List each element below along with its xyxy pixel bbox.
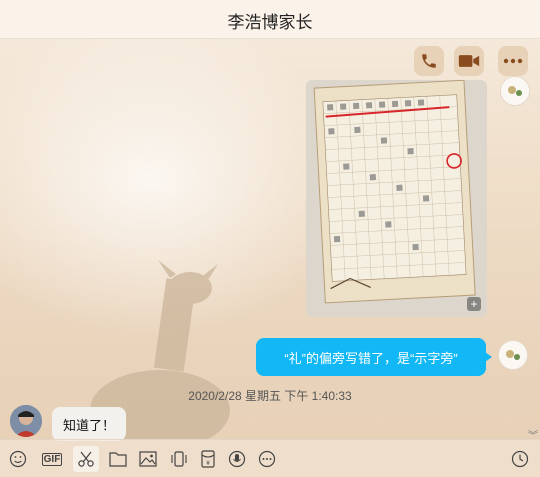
voice-button[interactable]	[224, 446, 250, 472]
phone-icon	[422, 54, 436, 68]
voice-icon	[228, 450, 246, 468]
avatar-image	[499, 341, 527, 369]
more-tools-button[interactable]	[254, 446, 280, 472]
file-button[interactable]	[105, 446, 131, 472]
scissors-icon	[78, 451, 94, 467]
history-clock-icon	[511, 450, 529, 468]
message-history-button[interactable]	[507, 446, 533, 472]
screenshot-button[interactable]	[73, 446, 99, 472]
svg-text:¥: ¥	[206, 460, 210, 467]
phone-call-button[interactable]	[414, 46, 444, 76]
window-title: 李浩博家长	[227, 13, 313, 32]
image-button[interactable]	[135, 446, 161, 472]
calligraphy-worksheet-photo	[306, 80, 487, 317]
chat-window: 李浩博家长 + “礼”的偏旁写错了，是“示字旁” 2020/2/28 星期五 下…	[0, 0, 540, 477]
video-call-button[interactable]	[454, 46, 484, 76]
folder-icon	[109, 452, 127, 467]
title-bar: 李浩博家长	[0, 0, 540, 39]
my-avatar[interactable]	[498, 340, 528, 370]
more-button[interactable]	[498, 46, 528, 76]
image-message[interactable]: +	[306, 80, 487, 317]
peer-avatar[interactable]	[10, 405, 42, 437]
peer-text-message[interactable]: 知道了！	[52, 407, 126, 441]
message-text: “礼”的偏旁写错了，是“示字旁”	[284, 350, 458, 366]
emoji-icon	[9, 450, 27, 468]
avatar-image	[501, 77, 529, 105]
red-packet-icon: ¥	[201, 450, 215, 468]
my-text-message[interactable]: “礼”的偏旁写错了，是“示字旁”	[256, 338, 492, 376]
gif-button[interactable]: GIF	[37, 446, 67, 472]
more-dots-icon	[258, 450, 276, 468]
my-avatar[interactable]	[500, 76, 530, 106]
image-expand-badge[interactable]: +	[467, 297, 481, 311]
image-icon	[139, 451, 157, 467]
more-dots-icon	[503, 58, 523, 64]
shake-button[interactable]	[166, 446, 192, 472]
shake-icon	[171, 451, 187, 467]
gif-icon: GIF	[41, 452, 63, 466]
message-timestamp: 2020/2/28 星期五 下午 1:40:33	[188, 389, 352, 403]
input-toolbar: GIF ¥	[0, 439, 540, 477]
video-camera-icon	[458, 55, 480, 67]
message-text: 知道了！	[62, 417, 115, 433]
avatar-image	[10, 405, 42, 437]
red-packet-button[interactable]: ¥	[195, 446, 221, 472]
emoji-button[interactable]	[5, 446, 31, 472]
